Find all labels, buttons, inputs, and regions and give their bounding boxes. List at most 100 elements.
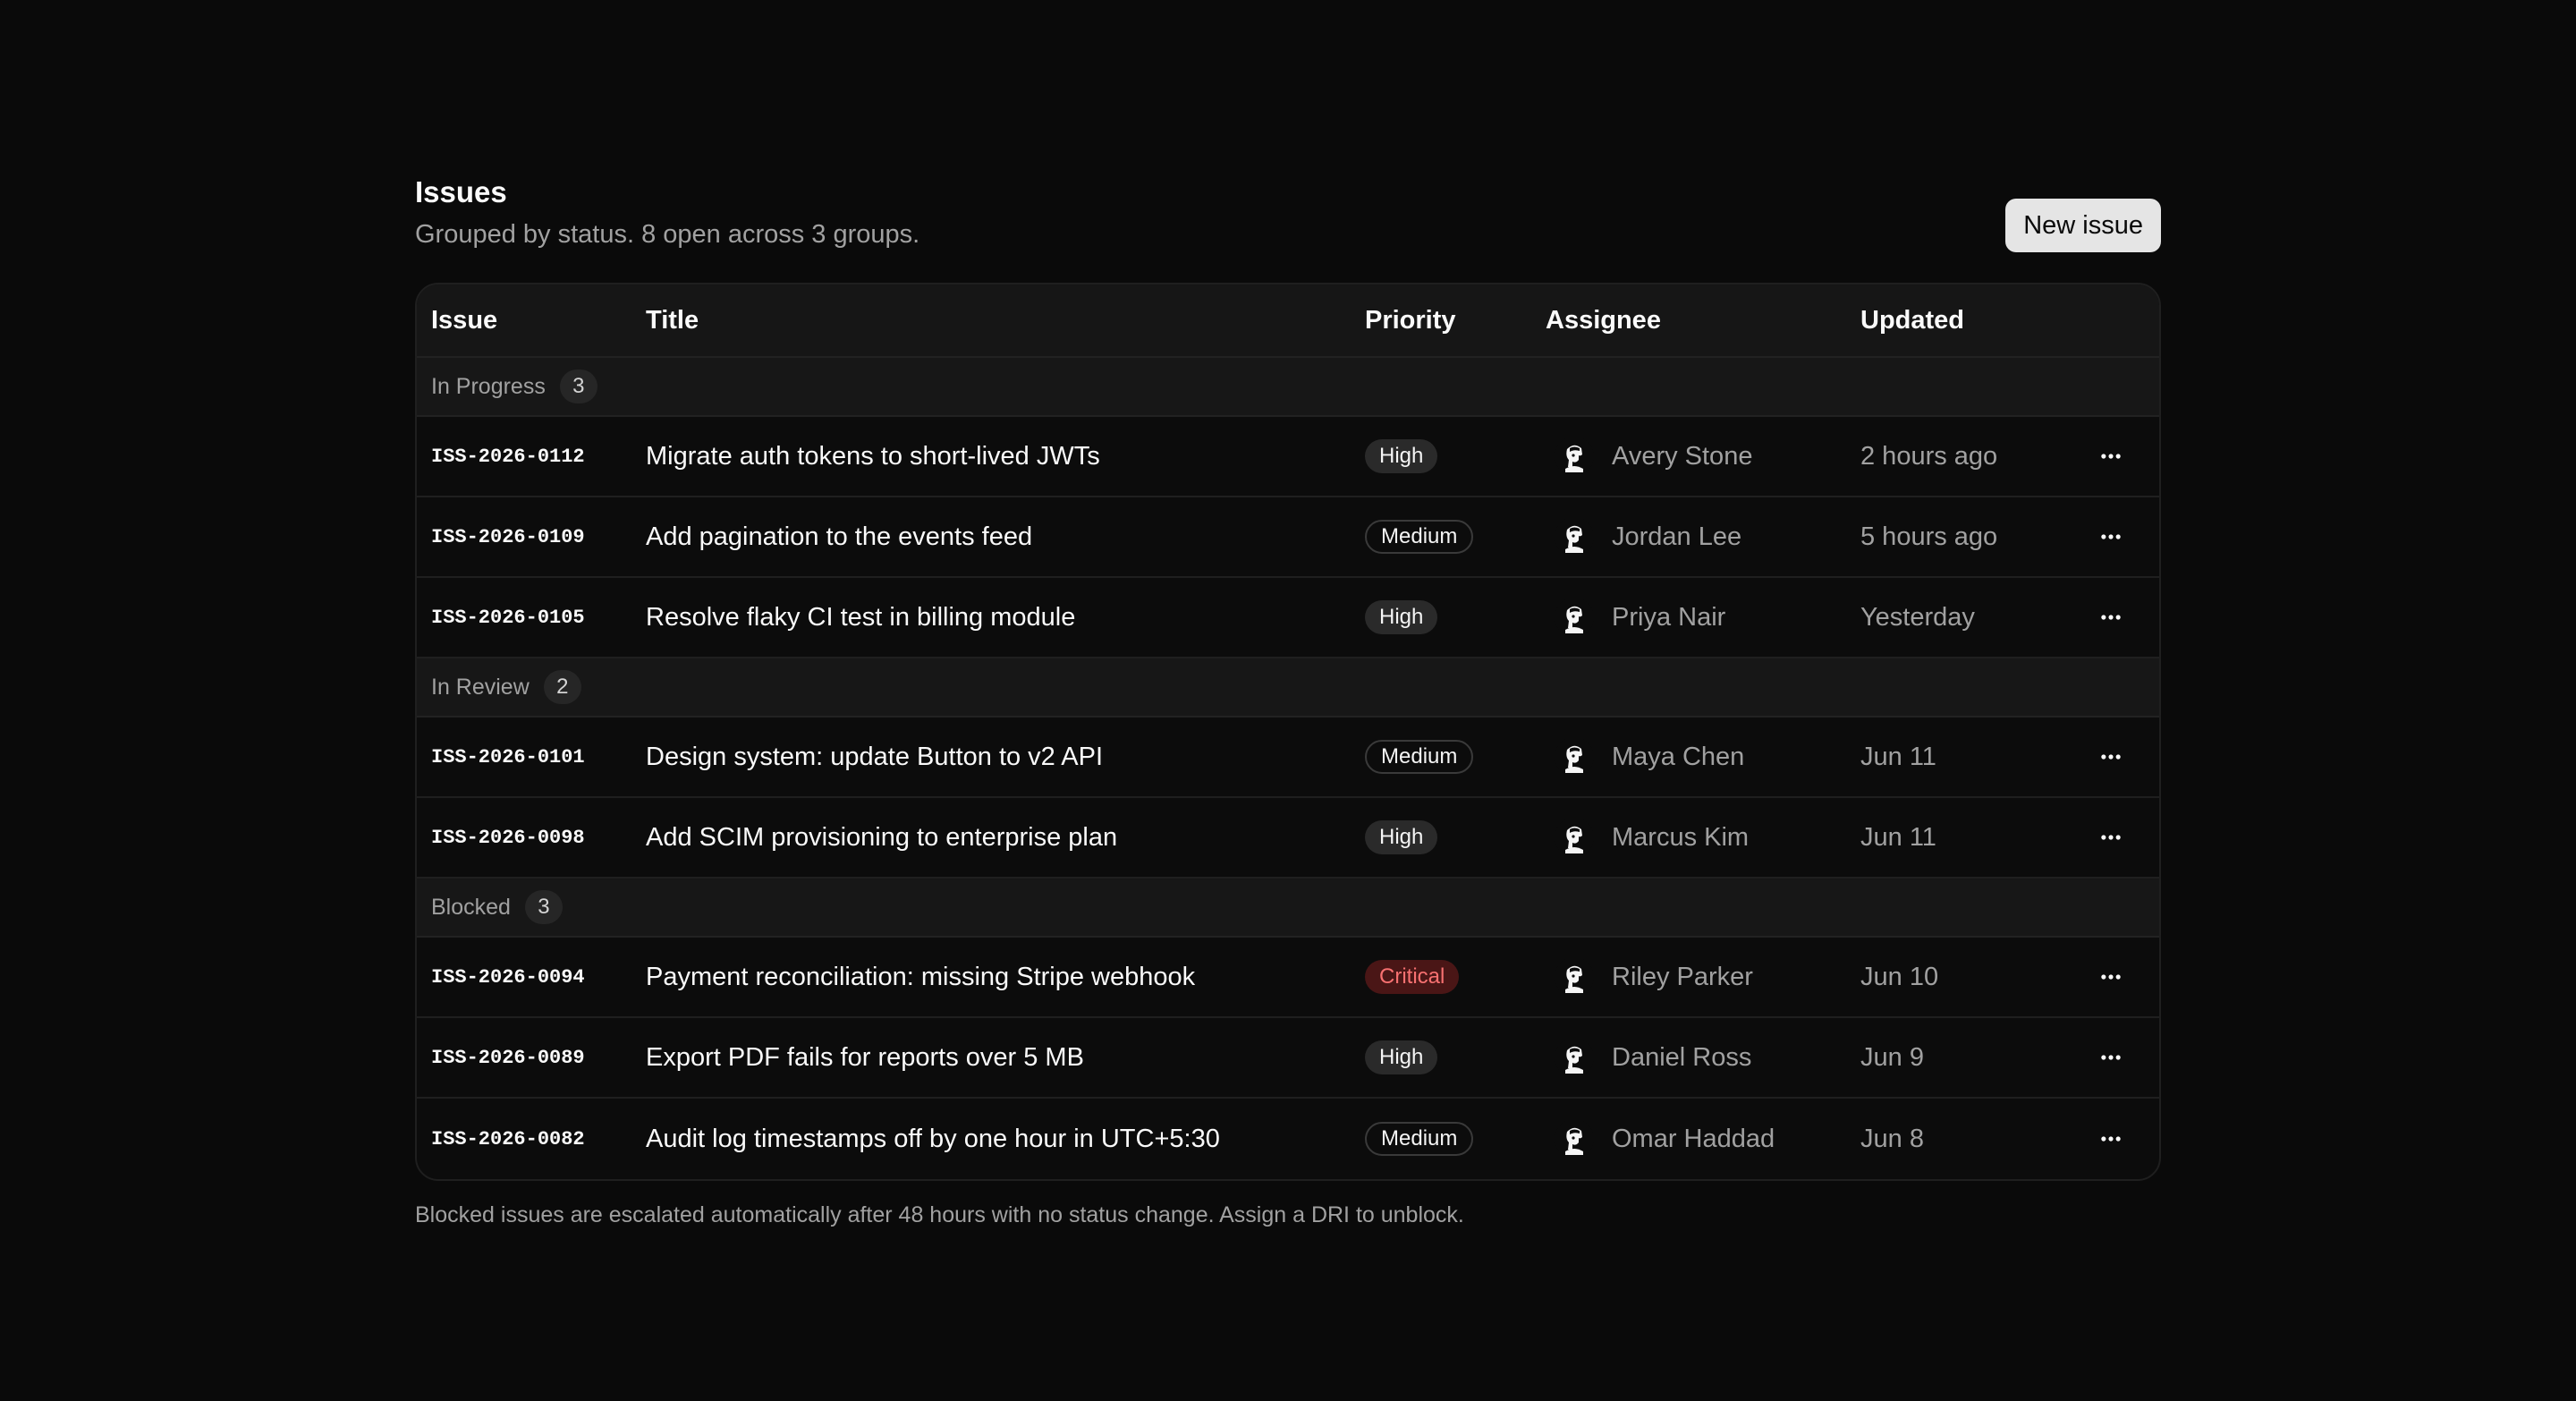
- assignee-cell[interactable]: Maya Chen: [1546, 737, 1860, 777]
- column-header-priority[interactable]: Priority: [1365, 306, 1546, 335]
- more-horizontal-icon[interactable]: [2089, 735, 2132, 778]
- issue-title[interactable]: Resolve flaky CI test in billing module: [646, 603, 1365, 633]
- priority-cell: High: [1365, 1040, 1546, 1074]
- row-actions-cell: [2063, 816, 2159, 859]
- row-actions-cell: [2063, 515, 2159, 558]
- issue-id[interactable]: ISS-2026-0098: [417, 827, 646, 849]
- assignee-cell[interactable]: Marcus Kim: [1546, 818, 1860, 857]
- table-row[interactable]: ISS-2026-0089 Export PDF fails for report…: [417, 1018, 2159, 1099]
- assignee-name: Riley Parker: [1612, 962, 1753, 991]
- avatar: [1555, 1038, 1594, 1077]
- issue-id[interactable]: ISS-2026-0082: [417, 1128, 646, 1151]
- more-horizontal-icon[interactable]: [2089, 1117, 2132, 1160]
- table-row[interactable]: ISS-2026-0098 Add SCIM provisioning to en…: [417, 798, 2159, 879]
- group-count-badge: 3: [524, 890, 563, 924]
- assignee-cell[interactable]: Daniel Ross: [1546, 1038, 1860, 1077]
- issue-title[interactable]: Add SCIM provisioning to enterprise plan: [646, 823, 1365, 853]
- assignee-cell[interactable]: Riley Parker: [1546, 957, 1860, 997]
- row-actions-cell: [2063, 596, 2159, 639]
- priority-cell: High: [1365, 820, 1546, 854]
- priority-cell: High: [1365, 439, 1546, 473]
- column-header-title[interactable]: Title: [646, 306, 1365, 335]
- avatar: [1555, 1119, 1594, 1159]
- group-header[interactable]: Blocked 3: [417, 879, 2159, 938]
- column-header-issue[interactable]: Issue: [417, 306, 646, 335]
- issue-title[interactable]: Audit log timestamps off by one hour in …: [646, 1125, 1365, 1154]
- avatar: [1555, 737, 1594, 777]
- avatar: [1555, 818, 1594, 857]
- group-header[interactable]: In Progress 3: [417, 358, 2159, 417]
- page-subtitle: Grouped by status. 8 open across 3 group…: [415, 220, 920, 249]
- assignee-cell[interactable]: Omar Haddad: [1546, 1119, 1860, 1159]
- new-issue-button[interactable]: New issue: [2005, 199, 2161, 252]
- updated-time: Jun 10: [1860, 962, 1939, 991]
- assignee-name: Avery Stone: [1612, 441, 1753, 471]
- table-body: In Progress 3 ISS-2026-0112 Migrate auth to…: [417, 358, 2159, 1179]
- more-horizontal-icon[interactable]: [2089, 596, 2132, 639]
- group-count-badge: 2: [543, 670, 581, 704]
- page-header: Issues Grouped by status. 8 open across …: [415, 175, 2161, 283]
- more-horizontal-icon[interactable]: [2089, 435, 2132, 478]
- updated-time: Jun 11: [1860, 742, 1936, 771]
- assignee-name: Jordan Lee: [1612, 522, 1742, 551]
- issue-id[interactable]: ISS-2026-0101: [417, 746, 646, 768]
- updated-time: 2 hours ago: [1860, 441, 1998, 471]
- more-horizontal-icon[interactable]: [2089, 955, 2132, 998]
- avatar: [1555, 517, 1594, 556]
- avatar: [1555, 957, 1594, 997]
- issue-id[interactable]: ISS-2026-0112: [417, 446, 646, 468]
- priority-badge: High: [1365, 600, 1438, 634]
- issue-title[interactable]: Design system: update Button to v2 API: [646, 743, 1365, 772]
- updated-time: Yesterday: [1860, 602, 1975, 632]
- more-horizontal-icon[interactable]: [2089, 816, 2132, 859]
- avatar: [1555, 598, 1594, 637]
- row-actions-cell: [2063, 1117, 2159, 1160]
- table-row[interactable]: ISS-2026-0109 Add pagination to the event…: [417, 497, 2159, 578]
- table-header: Issue Title Priority Assignee Updated: [417, 284, 2159, 358]
- group-count-badge: 3: [559, 369, 597, 403]
- assignee-cell[interactable]: Avery Stone: [1546, 437, 1860, 476]
- row-actions-cell: [2063, 735, 2159, 778]
- issue-id[interactable]: ISS-2026-0089: [417, 1047, 646, 1069]
- assignee-cell[interactable]: Priya Nair: [1546, 598, 1860, 637]
- footnote: Blocked issues are escalated automatical…: [415, 1202, 1464, 1227]
- issues-table: Issue Title Priority Assignee Updated In…: [415, 283, 2161, 1181]
- table-row[interactable]: ISS-2026-0101 Design system: update Butto…: [417, 717, 2159, 798]
- priority-cell: Critical: [1365, 960, 1546, 994]
- issue-title[interactable]: Migrate auth tokens to short-lived JWTs: [646, 442, 1365, 471]
- assignee-name: Daniel Ross: [1612, 1042, 1752, 1072]
- assignee-name: Maya Chen: [1612, 742, 1745, 771]
- table-row[interactable]: ISS-2026-0082 Audit log timestamps off by…: [417, 1099, 2159, 1179]
- issue-title[interactable]: Payment reconciliation: missing Stripe w…: [646, 963, 1365, 992]
- row-actions-cell: [2063, 955, 2159, 998]
- priority-cell: Medium: [1365, 740, 1546, 774]
- priority-badge: Medium: [1365, 740, 1474, 774]
- table-row[interactable]: ISS-2026-0105 Resolve flaky CI test in bi…: [417, 578, 2159, 658]
- updated-time: Jun 9: [1860, 1042, 1924, 1072]
- issue-id[interactable]: ISS-2026-0094: [417, 966, 646, 989]
- column-header-assignee[interactable]: Assignee: [1546, 306, 1860, 335]
- priority-badge: High: [1365, 439, 1438, 473]
- table-row[interactable]: ISS-2026-0112 Migrate auth tokens to shor…: [417, 417, 2159, 497]
- issues-panel: Issues Grouped by status. 8 open across …: [415, 175, 2161, 1228]
- more-horizontal-icon[interactable]: [2089, 1036, 2132, 1079]
- avatar: [1555, 437, 1594, 476]
- issue-title[interactable]: Add pagination to the events feed: [646, 522, 1365, 552]
- group-header[interactable]: In Review 2: [417, 658, 2159, 717]
- priority-badge: Medium: [1365, 520, 1474, 554]
- assignee-cell[interactable]: Jordan Lee: [1546, 517, 1860, 556]
- issue-title[interactable]: Export PDF fails for reports over 5 MB: [646, 1043, 1365, 1073]
- row-actions-cell: [2063, 1036, 2159, 1079]
- issue-id[interactable]: ISS-2026-0105: [417, 607, 646, 629]
- priority-badge: High: [1365, 820, 1438, 854]
- more-horizontal-icon[interactable]: [2089, 515, 2132, 558]
- column-header-updated[interactable]: Updated: [1860, 306, 2063, 335]
- assignee-name: Priya Nair: [1612, 602, 1726, 632]
- group-name: In Review: [431, 674, 530, 700]
- issue-id[interactable]: ISS-2026-0109: [417, 526, 646, 548]
- group-name: Blocked: [431, 894, 511, 920]
- table-row[interactable]: ISS-2026-0094 Payment reconciliation: mis…: [417, 938, 2159, 1018]
- updated-time: Jun 8: [1860, 1124, 1924, 1153]
- priority-badge: High: [1365, 1040, 1438, 1074]
- assignee-name: Omar Haddad: [1612, 1124, 1775, 1153]
